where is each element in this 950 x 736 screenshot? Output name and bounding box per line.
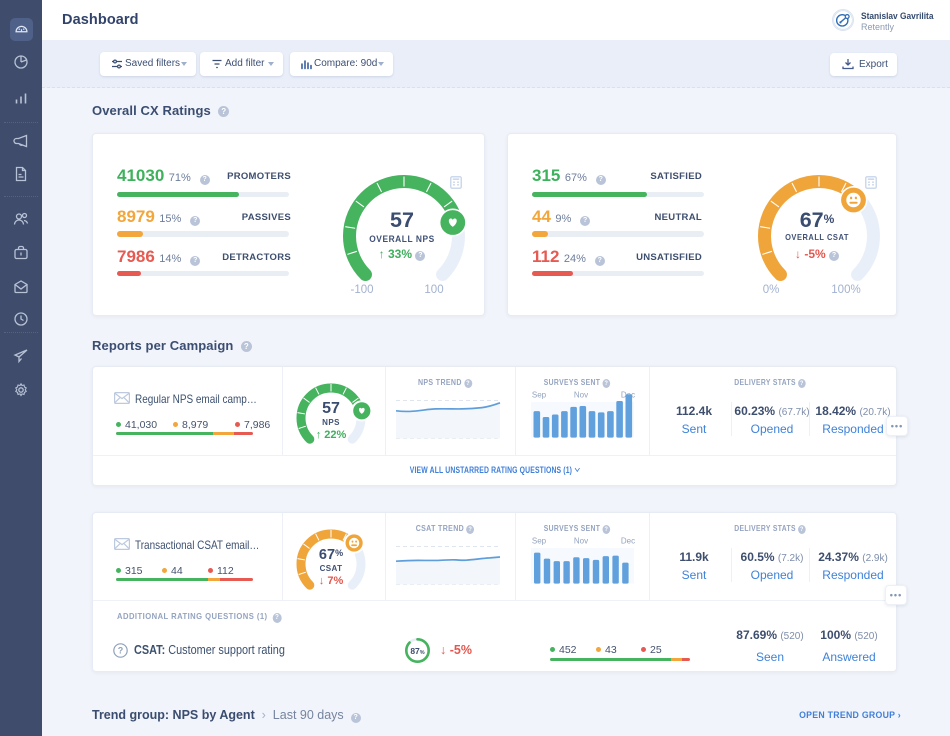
svg-text:Nov: Nov (574, 391, 588, 400)
svg-text:Sep: Sep (532, 537, 547, 546)
svg-text:87%: 87% (410, 646, 424, 656)
svg-text:Nov: Nov (574, 537, 588, 546)
svg-text:Sep: Sep (532, 391, 547, 400)
svg-text:?: ? (118, 646, 124, 656)
svg-text:Dec: Dec (621, 537, 635, 546)
